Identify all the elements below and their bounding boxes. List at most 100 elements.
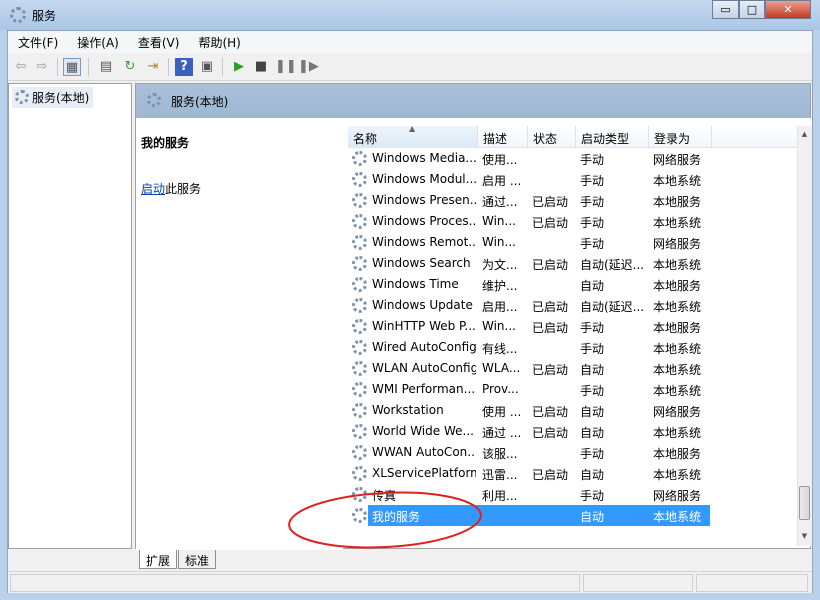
- table-row[interactable]: Windows Search 为文... 已启动 自动(延迟... 本地系统: [348, 253, 798, 274]
- cell-description: 为文...: [482, 258, 518, 272]
- forward-icon[interactable]: ⇨: [33, 58, 51, 76]
- cell-log-on-as: 本地系统: [653, 468, 702, 482]
- table-row[interactable]: WWAN AutoCon... 该服... 手动 本地服务: [348, 442, 798, 463]
- cell-name: Windows Presen...: [372, 193, 476, 207]
- table-row[interactable]: 传真 利用... 手动 网络服务: [348, 484, 798, 505]
- column-name[interactable]: 名称 ▲: [348, 126, 478, 148]
- tree-item-label: 服务(本地): [32, 91, 90, 105]
- table-row[interactable]: Windows Modul... 启用 ... 手动 本地系统: [348, 169, 798, 190]
- cell-description: WLA...: [482, 361, 521, 375]
- table-row[interactable]: World Wide We... 通过 ... 已启动 自动 本地系统: [348, 421, 798, 442]
- cell-log-on-as: 本地系统: [653, 342, 702, 356]
- window-title: 服务: [32, 9, 57, 23]
- service-gear-icon: [352, 277, 367, 292]
- export-list-icon[interactable]: ⇥: [144, 58, 162, 76]
- cell-startup-type: 自动(延迟...: [580, 258, 645, 272]
- cell-log-on-as: 网络服务: [653, 489, 702, 503]
- table-row[interactable]: Workstation 使用 ... 已启动 自动 网络服务: [348, 400, 798, 421]
- table-row[interactable]: Windows Proces... Win... 已启动 手动 本地系统: [348, 211, 798, 232]
- cell-name: WinHTTP Web P...: [372, 319, 476, 333]
- console-tree: 服务(本地): [8, 83, 132, 549]
- column-description[interactable]: 描述: [478, 126, 528, 148]
- scroll-thumb[interactable]: [799, 486, 810, 520]
- table-row[interactable]: 我的服务 自动 本地系统: [348, 505, 798, 526]
- column-log-on-as[interactable]: 登录为: [649, 126, 712, 148]
- menu-view[interactable]: 查看(V): [128, 31, 189, 51]
- service-gear-icon: [352, 256, 367, 271]
- service-gear-icon: [352, 214, 367, 229]
- service-gear-icon: [352, 319, 367, 334]
- table-row[interactable]: Windows Update 启用... 已启动 自动(延迟... 本地系统: [348, 295, 798, 316]
- cell-log-on-as: 网络服务: [653, 237, 702, 251]
- close-button[interactable]: ✕: [765, 0, 811, 19]
- menu-file[interactable]: 文件(F): [8, 31, 67, 51]
- table-row[interactable]: Windows Presen... 通过... 已启动 手动 本地服务: [348, 190, 798, 211]
- panel-title: 服务(本地): [171, 95, 229, 109]
- gear-icon: [147, 93, 161, 107]
- cell-name: Windows Media...: [372, 151, 476, 165]
- show-hide-tree-icon[interactable]: ▦: [63, 58, 81, 76]
- tab-standard[interactable]: 标准: [178, 550, 217, 569]
- service-gear-icon: [352, 151, 367, 166]
- pause-service-icon[interactable]: ❚❚: [275, 58, 297, 76]
- menu-help[interactable]: 帮助(H): [188, 31, 249, 51]
- minimize-button[interactable]: ▭: [712, 0, 739, 19]
- cell-status: 已启动: [532, 426, 569, 440]
- column-status[interactable]: 状态: [528, 126, 576, 148]
- table-row[interactable]: WLAN AutoConfig WLA... 已启动 自动 本地系统: [348, 358, 798, 379]
- cell-name: Windows Modul...: [372, 172, 476, 186]
- status-cell: [696, 574, 808, 592]
- table-row[interactable]: XLServicePlatform 迅雷... 已启动 自动 本地系统: [348, 463, 798, 484]
- cell-name: Windows Update: [372, 298, 473, 312]
- cell-startup-type: 手动: [580, 321, 605, 335]
- resume-service-icon[interactable]: ❚▶: [298, 58, 319, 76]
- cell-startup-type: 手动: [580, 342, 605, 356]
- tree-item-services-local[interactable]: 服务(本地): [12, 87, 94, 108]
- status-cell: [583, 574, 693, 592]
- table-row[interactable]: Windows Remot... Win... 手动 网络服务: [348, 232, 798, 253]
- scroll-up-icon[interactable]: ▲: [798, 126, 811, 142]
- cell-description: Win...: [482, 319, 516, 333]
- refresh-icon[interactable]: ↻: [121, 58, 139, 76]
- cell-name: 我的服务: [372, 510, 421, 524]
- column-startup-type[interactable]: 启动类型: [576, 126, 649, 148]
- help-icon[interactable]: ?: [175, 58, 193, 76]
- vertical-scrollbar[interactable]: ▲ ▼: [797, 126, 811, 546]
- status-cell: [10, 574, 580, 592]
- start-service-icon[interactable]: ▶: [230, 58, 248, 76]
- tab-extended[interactable]: 扩展: [139, 550, 178, 569]
- cell-name: World Wide We...: [372, 424, 474, 438]
- description-pane: 我的服务 启动此服务: [136, 118, 343, 550]
- table-row[interactable]: WinHTTP Web P... Win... 已启动 手动 本地服务: [348, 316, 798, 337]
- services-panel: 服务(本地) 我的服务 启动此服务 名称 ▲ 描述 状态 启动类型 登录为 Win…: [135, 83, 812, 550]
- services-icon: [10, 7, 26, 23]
- list-header: 名称 ▲ 描述 状态 启动类型 登录为: [348, 126, 798, 148]
- cell-status: 已启动: [532, 321, 569, 335]
- cell-status: 已启动: [532, 216, 569, 230]
- cell-name: WLAN AutoConfig: [372, 361, 476, 375]
- cell-status: 已启动: [532, 258, 569, 272]
- table-row[interactable]: Wired AutoConfig 有线... 手动 本地系统: [348, 337, 798, 358]
- cell-description: 启用 ...: [482, 174, 522, 188]
- back-icon[interactable]: ⇦: [12, 58, 30, 76]
- stop-service-icon[interactable]: ■: [252, 58, 270, 76]
- start-service-link[interactable]: 启动: [141, 182, 165, 196]
- properties-icon[interactable]: ▤: [97, 58, 115, 76]
- cell-log-on-as: 本地系统: [653, 216, 702, 230]
- table-row[interactable]: Windows Media... 使用... 手动 网络服务: [348, 148, 798, 169]
- table-row[interactable]: WMI Performan... Prov... 手动 本地系统: [348, 379, 798, 400]
- table-row[interactable]: Windows Time 维护... 自动 本地服务: [348, 274, 798, 295]
- cell-status: 已启动: [532, 405, 569, 419]
- service-gear-icon: [352, 193, 367, 208]
- scroll-down-icon[interactable]: ▼: [798, 528, 811, 544]
- cell-description: 利用...: [482, 489, 518, 503]
- cell-log-on-as: 本地系统: [653, 384, 702, 398]
- cell-startup-type: 自动: [580, 510, 605, 524]
- panel-header: 服务(本地): [136, 84, 810, 118]
- status-bar: [8, 571, 812, 593]
- maximize-button[interactable]: □: [739, 0, 765, 19]
- show-action-pane-icon[interactable]: ▣: [198, 58, 216, 76]
- menu-action[interactable]: 操作(A): [67, 31, 128, 51]
- menu-bar: 文件(F) 操作(A) 查看(V) 帮助(H): [8, 31, 812, 53]
- cell-name: WMI Performan...: [372, 382, 476, 396]
